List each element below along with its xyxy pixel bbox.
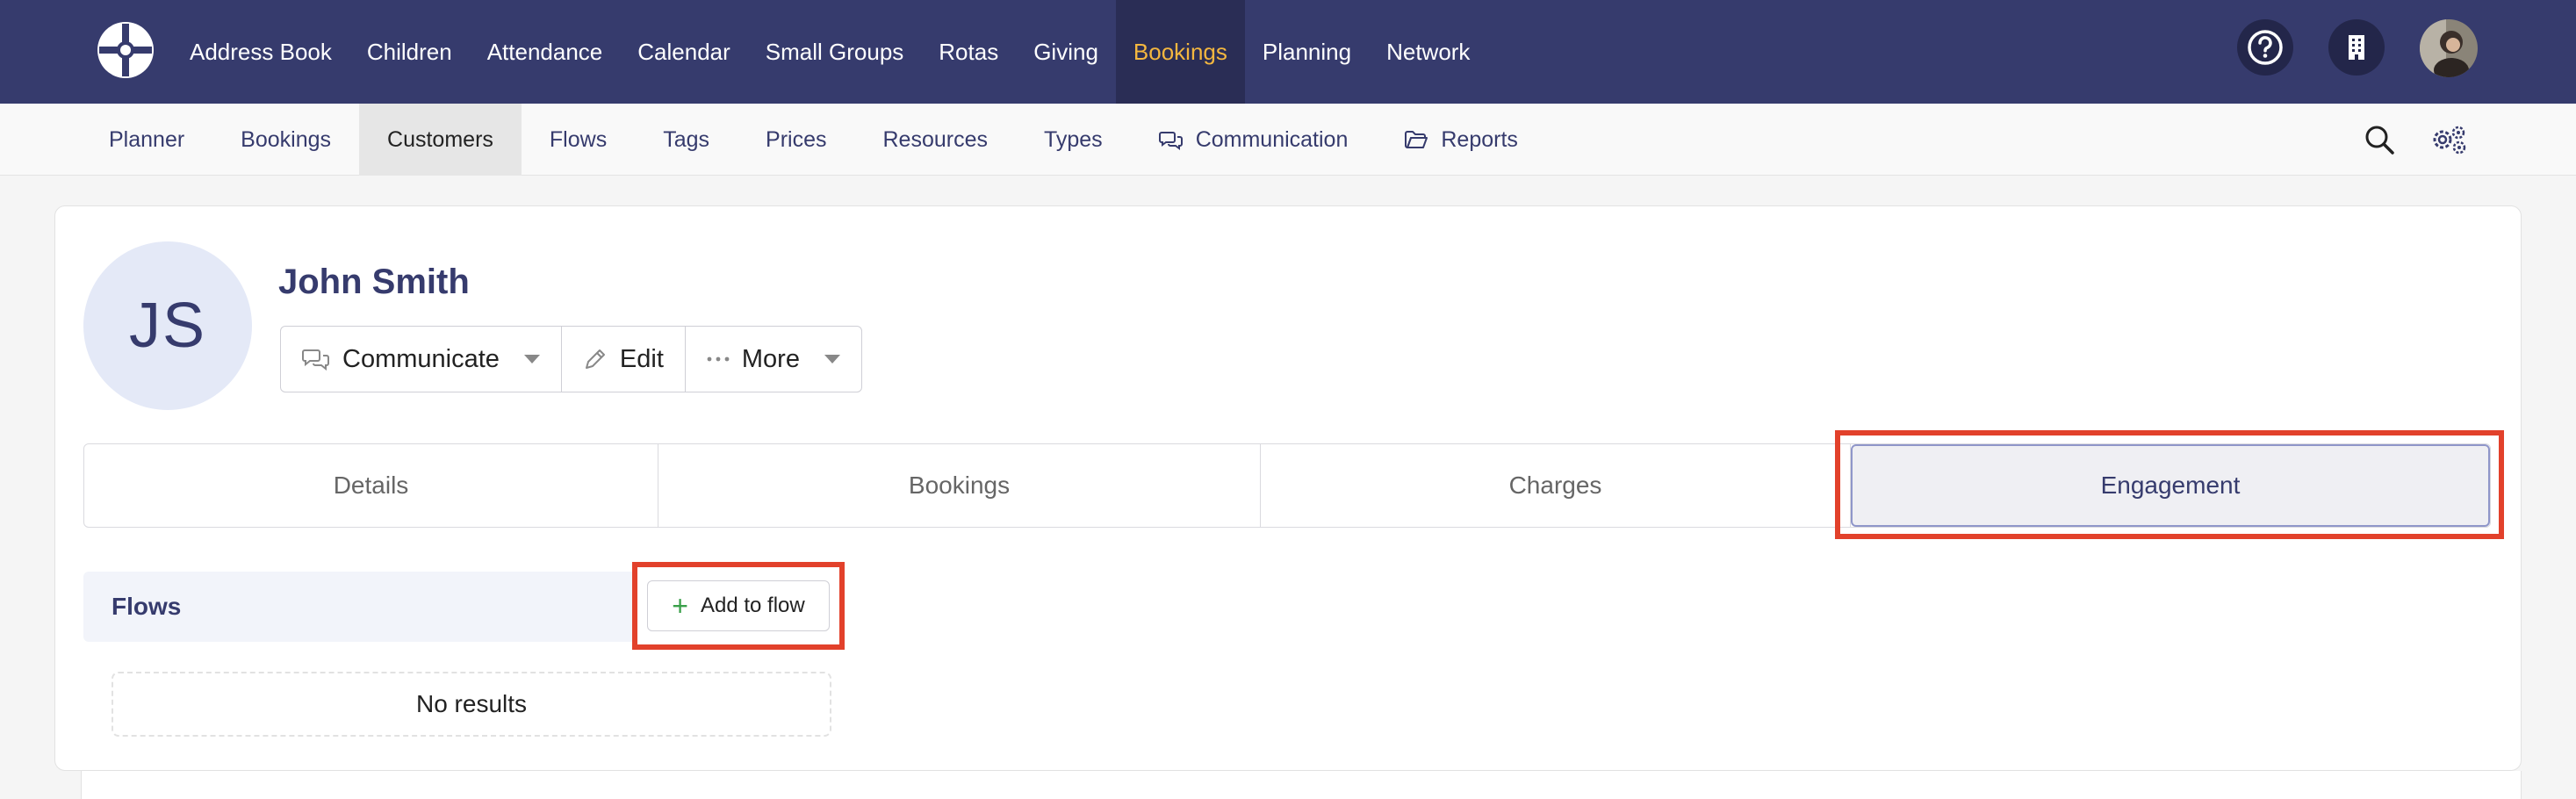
subnav-communication[interactable]: Communication <box>1131 104 1377 176</box>
customer-name: John Smith <box>278 263 470 301</box>
top-navbar: Address Book Children Attendance Calenda… <box>0 0 2576 104</box>
subnav-reports[interactable]: Reports <box>1376 104 1546 176</box>
top-nav-menu: Address Book Children Attendance Calenda… <box>172 0 1487 104</box>
nav-small-groups[interactable]: Small Groups <box>748 0 922 104</box>
nav-giving[interactable]: Giving <box>1016 0 1116 104</box>
add-to-flow-label: Add to flow <box>700 594 805 617</box>
nav-children[interactable]: Children <box>349 0 470 104</box>
building-icon[interactable] <box>2328 19 2385 76</box>
chevron-down-icon <box>523 355 540 364</box>
more-label: More <box>741 344 800 373</box>
ellipsis-icon <box>707 356 730 362</box>
tab-details[interactable]: Details <box>84 444 658 527</box>
sub-nav-menu: Planner Bookings Customers Flows Tags Pr… <box>81 104 1546 176</box>
customer-avatar: JS <box>83 241 252 410</box>
flows-label: Flows <box>112 593 182 620</box>
edit-button[interactable]: Edit <box>562 327 686 392</box>
settings-gear-icon[interactable] <box>2430 104 2469 176</box>
subnav-types[interactable]: Types <box>1016 104 1131 176</box>
subnav-customers[interactable]: Customers <box>359 104 522 176</box>
user-avatar[interactable] <box>2420 19 2478 77</box>
no-results-text: No results <box>415 690 528 717</box>
nav-network[interactable]: Network <box>1369 0 1487 104</box>
customer-card: JS John Smith Communicate Edit More Deta… <box>54 205 2522 771</box>
customer-initials: JS <box>128 291 207 361</box>
communicate-button[interactable]: Communicate <box>281 327 562 392</box>
chat-bubbles-icon <box>302 349 329 371</box>
more-button[interactable]: More <box>686 327 861 392</box>
help-icon[interactable] <box>2237 19 2293 76</box>
add-to-flow-button[interactable]: + Add to flow <box>647 580 830 631</box>
communicate-label: Communicate <box>342 344 500 373</box>
search-icon[interactable] <box>2364 104 2395 176</box>
flows-section-header: Flows <box>83 572 637 642</box>
tab-charges[interactable]: Charges <box>1261 444 1851 527</box>
tab-bookings[interactable]: Bookings <box>658 444 1261 527</box>
nav-rotas[interactable]: Rotas <box>921 0 1016 104</box>
subnav-communication-label: Communication <box>1195 126 1349 152</box>
chevron-down-icon <box>824 355 840 364</box>
subnav-bookings[interactable]: Bookings <box>212 104 359 176</box>
pencil-icon <box>585 349 605 369</box>
subnav-resources[interactable]: Resources <box>854 104 1016 176</box>
nav-address-book[interactable]: Address Book <box>172 0 349 104</box>
subnav-flows[interactable]: Flows <box>522 104 635 176</box>
plus-icon: + <box>672 590 688 622</box>
subnav-planner[interactable]: Planner <box>81 104 212 176</box>
customer-actions: Communicate Edit More <box>280 326 862 392</box>
folder-open-icon <box>1405 131 1428 148</box>
edit-label: Edit <box>619 344 664 373</box>
nav-calendar[interactable]: Calendar <box>620 0 748 104</box>
nav-attendance[interactable]: Attendance <box>470 0 621 104</box>
flows-empty-state: No results <box>112 672 831 737</box>
app-logo-icon[interactable] <box>95 19 156 81</box>
customer-tabs: Details Bookings Charges Engagement <box>83 443 2491 528</box>
chat-bubbles-icon <box>1158 132 1183 150</box>
next-card-edge <box>81 771 2522 799</box>
subnav-reports-label: Reports <box>1441 126 1518 152</box>
sub-navbar: Planner Bookings Customers Flows Tags Pr… <box>0 104 2576 176</box>
tab-engagement[interactable]: Engagement <box>1851 444 2490 527</box>
subnav-prices[interactable]: Prices <box>738 104 854 176</box>
subnav-tags[interactable]: Tags <box>635 104 738 176</box>
nav-bookings[interactable]: Bookings <box>1115 0 1245 104</box>
nav-planning[interactable]: Planning <box>1245 0 1369 104</box>
